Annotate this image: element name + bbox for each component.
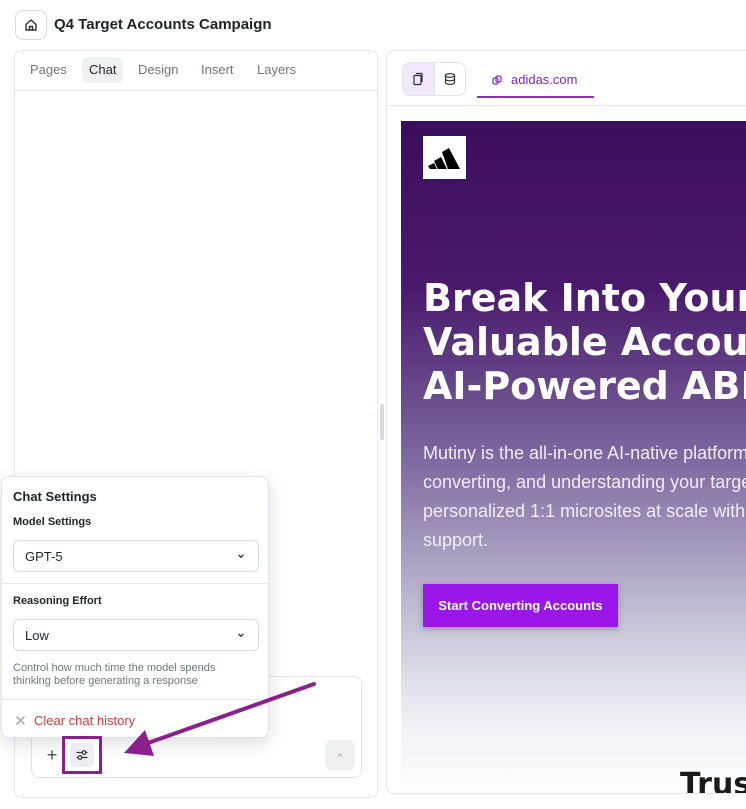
page-preview: Break Into Your Most Valuable Accounts w… [401,121,746,794]
view-toggle [402,62,466,96]
hero-subtitle-line: Mutiny is the all-in-one AI-native platf… [423,443,746,463]
data-view-button[interactable] [433,63,465,95]
domain-tab[interactable]: adidas.com [477,63,594,98]
hero-subtitle-line: converting, and understanding your targe… [423,472,746,492]
model-settings-label: Model Settings [13,516,92,528]
clear-chat-history-label: Clear chat history [34,713,136,728]
start-converting-button[interactable]: Start Converting Accounts [423,584,618,627]
hero-title-line: Valuable Accounts with [423,320,746,364]
left-tabs: Pages Chat Design Insert Layers [15,51,377,91]
chat-settings-popover: Chat Settings Model Settings GPT-5 Reaso… [1,476,269,738]
tab-layers[interactable]: Layers [250,57,303,83]
database-icon [444,73,456,85]
divider [2,583,268,584]
preview-panel: adidas.com Break Into Your Most Valuable… [386,50,746,794]
divider [2,699,268,700]
send-button[interactable] [325,740,355,770]
pages-view-button[interactable] [403,63,434,95]
adidas-logo [423,136,466,179]
add-attachment-button[interactable]: + [44,746,60,764]
tab-design[interactable]: Design [131,57,185,83]
home-icon [25,19,37,31]
pages-icon [413,72,424,86]
model-select[interactable]: GPT-5 [13,540,259,572]
hero-subtitle-line: personalized 1:1 microsites at scale wit… [423,501,746,521]
trusted-by-heading: Trusted by [680,767,746,794]
chevron-up-icon [337,753,343,757]
clear-chat-history-button[interactable]: Clear chat history [15,713,135,728]
chevron-down-icon [238,633,244,638]
reasoning-effort-select[interactable]: Low [13,619,259,651]
tab-insert[interactable]: Insert [194,57,241,83]
tab-pages[interactable]: Pages [23,57,74,83]
reasoning-effort-label: Reasoning Effort [13,595,102,607]
chat-settings-button[interactable] [62,736,102,774]
link-icon [492,74,502,85]
hero-title: Break Into Your Most Valuable Accounts w… [423,276,746,408]
page-title: Q4 Target Accounts Campaign [54,16,272,33]
panel-resize-handle[interactable] [380,404,384,440]
model-select-value: GPT-5 [25,548,63,564]
top-bar: Q4 Target Accounts Campaign [0,0,746,48]
reasoning-effort-value: Low [25,627,49,643]
preview-header: adidas.com [387,51,746,106]
reasoning-effort-help: Control how much time the model spends t… [13,662,216,687]
chat-settings-button-inner [70,743,94,767]
close-icon [16,716,25,725]
chat-settings-title: Chat Settings [13,489,97,504]
home-button[interactable] [15,10,47,40]
tab-chat[interactable]: Chat [82,57,124,83]
hero-subtitle: Mutiny is the all-in-one AI-native platf… [423,439,746,555]
chevron-down-icon [238,554,244,559]
domain-label: adidas.com [511,72,578,87]
hero-title-line: Break Into Your Most [423,276,746,320]
hero-subtitle-line: support. [423,530,489,550]
hero-title-line: AI-Powered ABM [423,364,746,408]
sliders-icon [76,750,88,760]
